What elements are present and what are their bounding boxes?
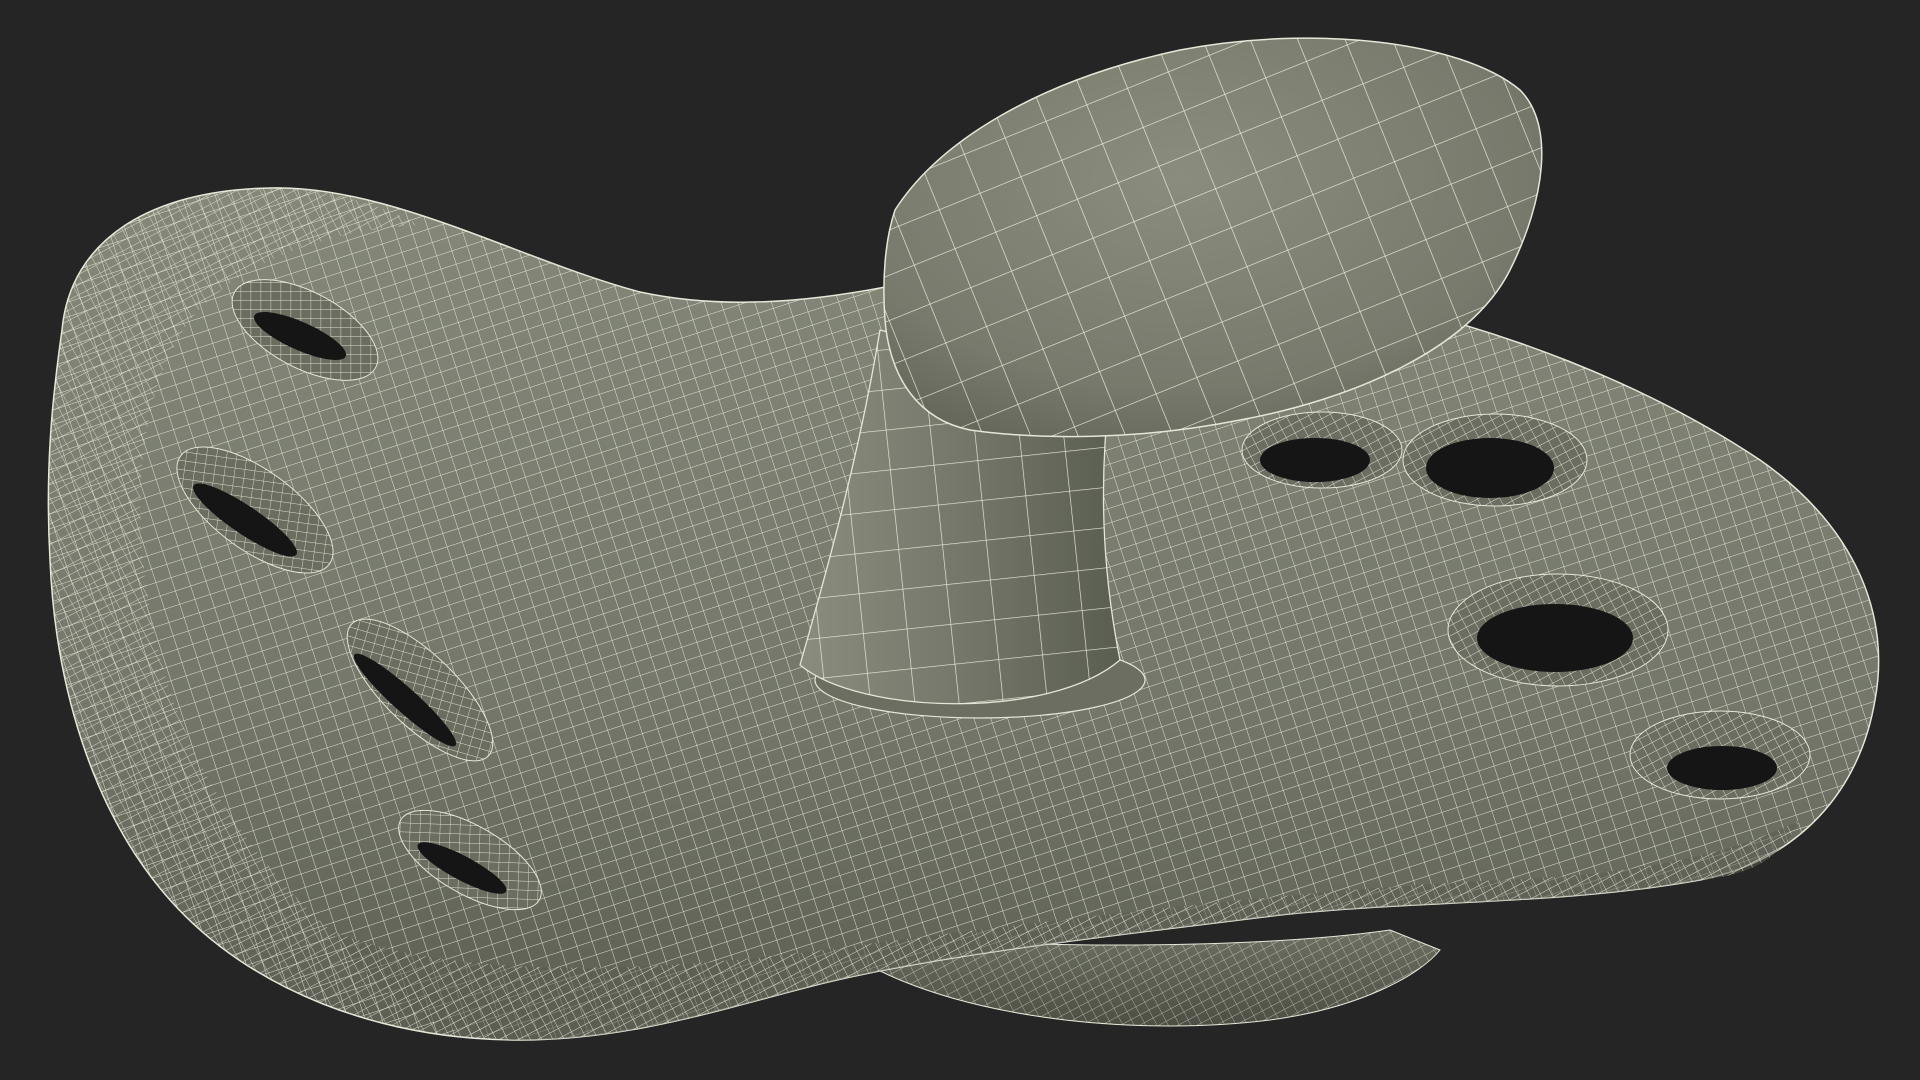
pacifier-wireframe-render <box>47 37 1880 1041</box>
vent-hole <box>1447 573 1669 687</box>
vent-hole <box>1241 411 1403 489</box>
vent-hole <box>1629 710 1811 800</box>
render-viewport <box>0 0 1920 1080</box>
vent-hole <box>1402 413 1588 507</box>
